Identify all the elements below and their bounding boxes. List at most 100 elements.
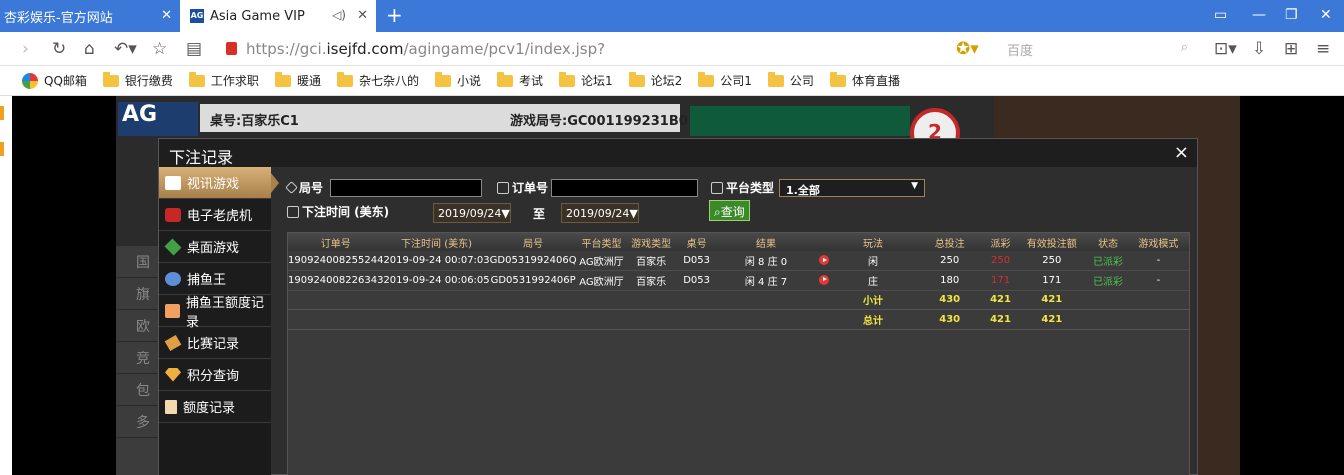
reader-icon[interactable]: ▤: [186, 39, 202, 59]
bookmark-folder[interactable]: 银行缴费: [102, 71, 173, 89]
close-window-icon[interactable]: ✕: [1320, 7, 1332, 23]
doc-icon: [165, 399, 177, 414]
nav-label: 视讯游戏: [187, 177, 240, 192]
new-tab-button[interactable]: +: [386, 4, 403, 26]
modal-title: 下注记录: [169, 148, 234, 167]
bookmark-folder[interactable]: 论坛1: [559, 71, 613, 89]
platform-label-text: 平台类型: [726, 181, 775, 195]
bookmark-folder[interactable]: 暖通: [274, 71, 321, 89]
col-header: 总投注: [913, 233, 986, 251]
nav-credit-records[interactable]: 额度记录: [159, 391, 271, 423]
record-icon: [165, 303, 180, 318]
total-bet: 430: [913, 309, 986, 330]
bookmark-folder[interactable]: 工作求职: [188, 71, 259, 89]
star-icon[interactable]: ☆: [152, 39, 167, 59]
nav-match-records[interactable]: 比赛记录: [159, 327, 271, 359]
search-icon[interactable]: ⌕: [1181, 40, 1188, 55]
bookmark-folder[interactable]: 公司1: [698, 71, 752, 89]
round-input[interactable]: [330, 179, 482, 197]
search-box[interactable]: 百度 ⌕: [1004, 37, 1194, 61]
bookmark-label: 小说: [456, 74, 481, 88]
side-menu-item[interactable]: 国: [116, 246, 160, 278]
minimize-icon[interactable]: —: [1252, 7, 1266, 23]
ticket-icon: [164, 334, 182, 351]
play-video-icon[interactable]: [818, 274, 829, 285]
side-menu-item[interactable]: 多: [116, 406, 160, 438]
browser-tab-asia-game[interactable]: AG Asia Game VIP ◁) ✕: [180, 0, 376, 32]
close-tab-icon[interactable]: ✕: [161, 8, 172, 23]
apps-icon[interactable]: ⊞: [1284, 39, 1298, 59]
screenshot-icon[interactable]: ⊡▾: [1214, 39, 1237, 59]
bookmark-folder[interactable]: 体育直播: [829, 71, 900, 89]
order-cell: 190924008226343: [288, 270, 384, 291]
bookmark-folder[interactable]: 公司: [767, 71, 814, 89]
menu-icon[interactable]: ≡: [1316, 39, 1330, 59]
nav-slots[interactable]: 电子老虎机: [159, 199, 271, 231]
bet-cell: 180: [913, 270, 986, 291]
valid-bet-cell: 250: [1015, 251, 1089, 271]
download-icon[interactable]: ⇩: [1252, 39, 1266, 59]
nav-fishing-king[interactable]: 捕鱼王: [159, 263, 271, 295]
ag-favicon-icon: AG: [190, 9, 204, 23]
reload-icon[interactable]: ↻: [52, 39, 66, 59]
side-menu-item[interactable]: 旗: [116, 278, 160, 310]
side-menu-item[interactable]: 包: [116, 374, 160, 406]
close-tab-icon[interactable]: ✕: [357, 8, 368, 23]
filter-panel: 局号 订单号 平台类型 1.全部 ▼ 下注时间 (美东) 2019/09/24▼ …: [285, 177, 1187, 227]
undo-icon[interactable]: ↶▾: [114, 39, 137, 59]
folder-icon: [628, 71, 645, 87]
restore-icon[interactable]: ❐: [1285, 7, 1298, 23]
folder-icon: [496, 71, 513, 87]
bet-area-tiles[interactable]: [690, 106, 910, 136]
platform-cell: AG欧洲厅: [576, 251, 627, 271]
speaker-icon[interactable]: ◁): [332, 8, 346, 22]
close-icon[interactable]: ×: [1174, 142, 1189, 163]
bookmark-folder[interactable]: 论坛2: [628, 71, 682, 89]
forward-icon[interactable]: ›: [22, 39, 29, 59]
order-input[interactable]: [551, 179, 698, 197]
play-video-icon[interactable]: [818, 255, 829, 265]
time-label-text: 下注时间 (美东): [302, 205, 390, 219]
bee-extension-icon[interactable]: ✪▾: [956, 39, 979, 59]
total-valid: 421: [1015, 309, 1089, 330]
nav-label: 比赛记录: [187, 337, 240, 352]
nav-label: 桌面游戏: [187, 241, 240, 256]
date-to-picker[interactable]: 2019/09/24▼: [561, 203, 639, 223]
bookmark-label: 公司: [789, 74, 814, 88]
bookmark-folder[interactable]: 杂七杂八的: [336, 71, 419, 89]
home-icon[interactable]: ⌂: [84, 39, 95, 59]
mode-cell: -: [1127, 270, 1189, 291]
bookmark-folder[interactable]: 小说: [434, 71, 481, 89]
nav-label: 电子老虎机: [187, 209, 253, 224]
side-menu-item[interactable]: 竞: [116, 342, 160, 374]
bookmark-label: QQ邮箱: [44, 74, 87, 88]
platform-selected-value: 1.全部: [786, 184, 820, 197]
empty-cell: [288, 309, 833, 330]
bookmark-folder[interactable]: 考试: [496, 71, 543, 89]
folder-icon: [188, 71, 205, 87]
game-cell: 百家乐: [626, 270, 676, 291]
address-bar: › ↻ ⌂ ↶▾ ☆ ▤ https://gci.isejfd.com/agin…: [0, 32, 1344, 66]
url-field[interactable]: https://gci.isejfd.com/agingame/pcv1/ind…: [246, 40, 605, 58]
payout-cell: 250: [985, 251, 1016, 271]
date-to-value: 2019/09/24: [566, 207, 630, 220]
date-from-picker[interactable]: 2019/09/24▼: [433, 203, 511, 223]
nav-fishing-credit[interactable]: 捕鱼王额度记录: [159, 295, 271, 330]
nav-label: 捕鱼王额度记录: [185, 295, 264, 330]
nav-points[interactable]: 积分查询: [159, 359, 271, 391]
total-payout: 421: [985, 309, 1016, 330]
tab-list-icon[interactable]: ▭: [1214, 7, 1227, 23]
browser-tab-xingcai[interactable]: 杏彩娱乐-官方网站 ✕: [0, 0, 180, 32]
nav-table-games[interactable]: 桌面游戏: [159, 231, 271, 263]
result-cell: 闲 8 庄 0: [717, 251, 815, 271]
tag-icon: [285, 181, 298, 194]
ag-logo: AG: [118, 102, 198, 136]
query-button[interactable]: ⌕查询: [709, 200, 750, 221]
side-menu-item[interactable]: 欧: [116, 310, 160, 342]
round-filter-label: 局号: [285, 179, 323, 196]
bookmark-label: 体育直播: [851, 74, 900, 88]
nav-live-games[interactable]: 视讯游戏: [159, 167, 279, 199]
order-filter-label: 订单号: [497, 179, 548, 196]
platform-select[interactable]: 1.全部 ▼: [779, 179, 925, 197]
bookmark-qqmail[interactable]: QQ邮箱: [22, 72, 87, 89]
